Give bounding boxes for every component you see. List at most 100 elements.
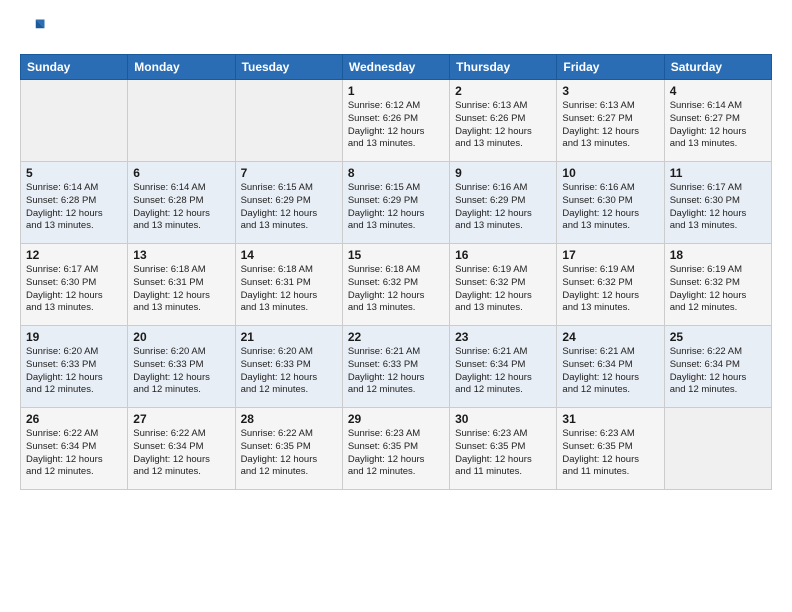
- day-info: Sunrise: 6:23 AM Sunset: 6:35 PM Dayligh…: [348, 428, 444, 479]
- calendar-cell: 24 Sunrise: 6:21 AM Sunset: 6:34 PM Dayli…: [557, 326, 664, 408]
- calendar-cell: 10 Sunrise: 6:16 AM Sunset: 6:30 PM Dayli…: [557, 162, 664, 244]
- day-number: 19: [26, 330, 122, 344]
- day-info: Sunrise: 6:13 AM Sunset: 6:27 PM Dayligh…: [562, 100, 658, 151]
- calendar-cell: 18 Sunrise: 6:19 AM Sunset: 6:32 PM Dayli…: [664, 244, 771, 326]
- day-info: Sunrise: 6:20 AM Sunset: 6:33 PM Dayligh…: [133, 346, 229, 397]
- day-number: 3: [562, 84, 658, 98]
- day-number: 14: [241, 248, 337, 262]
- day-number: 10: [562, 166, 658, 180]
- day-number: 8: [348, 166, 444, 180]
- day-number: 11: [670, 166, 766, 180]
- day-info: Sunrise: 6:22 AM Sunset: 6:34 PM Dayligh…: [133, 428, 229, 479]
- calendar-cell: 19 Sunrise: 6:20 AM Sunset: 6:33 PM Dayli…: [21, 326, 128, 408]
- calendar-cell: 12Sunrise: 6:17 AM Sunset: 6:30 PM Dayli…: [21, 244, 128, 326]
- calendar-cell: 8 Sunrise: 6:15 AM Sunset: 6:29 PM Daylig…: [342, 162, 449, 244]
- calendar-cell: 22Sunrise: 6:21 AM Sunset: 6:33 PM Dayli…: [342, 326, 449, 408]
- day-info: Sunrise: 6:20 AM Sunset: 6:33 PM Dayligh…: [26, 346, 122, 397]
- day-info: Sunrise: 6:15 AM Sunset: 6:29 PM Dayligh…: [241, 182, 337, 233]
- day-info: Sunrise: 6:14 AM Sunset: 6:28 PM Dayligh…: [26, 182, 122, 233]
- calendar-cell: 28 Sunrise: 6:22 AM Sunset: 6:35 PM Dayli…: [235, 408, 342, 490]
- calendar-week-3: 12Sunrise: 6:17 AM Sunset: 6:30 PM Dayli…: [21, 244, 772, 326]
- day-number: 1: [348, 84, 444, 98]
- day-number: 28: [241, 412, 337, 426]
- calendar-header-sunday: Sunday: [21, 55, 128, 80]
- calendar-cell: [235, 80, 342, 162]
- day-number: 29: [348, 412, 444, 426]
- calendar-cell: [21, 80, 128, 162]
- day-number: 2: [455, 84, 551, 98]
- day-number: 18: [670, 248, 766, 262]
- calendar-cell: 5 Sunrise: 6:14 AM Sunset: 6:28 PM Daylig…: [21, 162, 128, 244]
- day-number: 24: [562, 330, 658, 344]
- day-info: Sunrise: 6:16 AM Sunset: 6:30 PM Dayligh…: [562, 182, 658, 233]
- calendar-cell: 2 Sunrise: 6:13 AM Sunset: 6:26 PM Daylig…: [450, 80, 557, 162]
- calendar-cell: 3 Sunrise: 6:13 AM Sunset: 6:27 PM Daylig…: [557, 80, 664, 162]
- day-number: 27: [133, 412, 229, 426]
- header: [20, 16, 772, 44]
- calendar-cell: 20 Sunrise: 6:20 AM Sunset: 6:33 PM Dayli…: [128, 326, 235, 408]
- day-number: 15: [348, 248, 444, 262]
- day-info: Sunrise: 6:12 AM Sunset: 6:26 PM Dayligh…: [348, 100, 444, 151]
- calendar-cell: 29 Sunrise: 6:23 AM Sunset: 6:35 PM Dayli…: [342, 408, 449, 490]
- day-number: 30: [455, 412, 551, 426]
- day-info: Sunrise: 6:20 AM Sunset: 6:33 PM Dayligh…: [241, 346, 337, 397]
- calendar-header-row: SundayMondayTuesdayWednesdayThursdayFrid…: [21, 55, 772, 80]
- day-info: Sunrise: 6:21 AM Sunset: 6:34 PM Dayligh…: [562, 346, 658, 397]
- calendar-cell: 6Sunrise: 6:14 AM Sunset: 6:28 PM Daylig…: [128, 162, 235, 244]
- day-info: Sunrise: 6:23 AM Sunset: 6:35 PM Dayligh…: [562, 428, 658, 479]
- day-info: Sunrise: 6:21 AM Sunset: 6:34 PM Dayligh…: [455, 346, 551, 397]
- day-info: Sunrise: 6:19 AM Sunset: 6:32 PM Dayligh…: [562, 264, 658, 315]
- day-number: 21: [241, 330, 337, 344]
- calendar-cell: 16 Sunrise: 6:19 AM Sunset: 6:32 PM Dayli…: [450, 244, 557, 326]
- calendar-cell: 26 Sunrise: 6:22 AM Sunset: 6:34 PM Dayli…: [21, 408, 128, 490]
- day-number: 6: [133, 166, 229, 180]
- day-number: 23: [455, 330, 551, 344]
- calendar-header-saturday: Saturday: [664, 55, 771, 80]
- calendar-cell: 15 Sunrise: 6:18 AM Sunset: 6:32 PM Dayli…: [342, 244, 449, 326]
- calendar-header-monday: Monday: [128, 55, 235, 80]
- day-info: Sunrise: 6:18 AM Sunset: 6:31 PM Dayligh…: [241, 264, 337, 315]
- day-info: Sunrise: 6:13 AM Sunset: 6:26 PM Dayligh…: [455, 100, 551, 151]
- day-info: Sunrise: 6:19 AM Sunset: 6:32 PM Dayligh…: [455, 264, 551, 315]
- calendar-week-4: 19 Sunrise: 6:20 AM Sunset: 6:33 PM Dayli…: [21, 326, 772, 408]
- calendar-cell: 30 Sunrise: 6:23 AM Sunset: 6:35 PM Dayli…: [450, 408, 557, 490]
- calendar-header-friday: Friday: [557, 55, 664, 80]
- day-number: 26: [26, 412, 122, 426]
- logo-icon: [20, 16, 48, 44]
- calendar-cell: 7Sunrise: 6:15 AM Sunset: 6:29 PM Daylig…: [235, 162, 342, 244]
- day-number: 22: [348, 330, 444, 344]
- day-info: Sunrise: 6:23 AM Sunset: 6:35 PM Dayligh…: [455, 428, 551, 479]
- calendar-cell: 17 Sunrise: 6:19 AM Sunset: 6:32 PM Dayli…: [557, 244, 664, 326]
- calendar: SundayMondayTuesdayWednesdayThursdayFrid…: [20, 54, 772, 490]
- calendar-cell: 14 Sunrise: 6:18 AM Sunset: 6:31 PM Dayli…: [235, 244, 342, 326]
- calendar-week-2: 5 Sunrise: 6:14 AM Sunset: 6:28 PM Daylig…: [21, 162, 772, 244]
- calendar-cell: 21 Sunrise: 6:20 AM Sunset: 6:33 PM Dayli…: [235, 326, 342, 408]
- day-number: 16: [455, 248, 551, 262]
- calendar-cell: [128, 80, 235, 162]
- calendar-header-tuesday: Tuesday: [235, 55, 342, 80]
- day-number: 13: [133, 248, 229, 262]
- day-info: Sunrise: 6:18 AM Sunset: 6:31 PM Dayligh…: [133, 264, 229, 315]
- day-info: Sunrise: 6:17 AM Sunset: 6:30 PM Dayligh…: [26, 264, 122, 315]
- day-info: Sunrise: 6:15 AM Sunset: 6:29 PM Dayligh…: [348, 182, 444, 233]
- page: SundayMondayTuesdayWednesdayThursdayFrid…: [0, 0, 792, 612]
- calendar-header-wednesday: Wednesday: [342, 55, 449, 80]
- calendar-cell: 11Sunrise: 6:17 AM Sunset: 6:30 PM Dayli…: [664, 162, 771, 244]
- day-info: Sunrise: 6:19 AM Sunset: 6:32 PM Dayligh…: [670, 264, 766, 315]
- day-number: 20: [133, 330, 229, 344]
- day-info: Sunrise: 6:18 AM Sunset: 6:32 PM Dayligh…: [348, 264, 444, 315]
- day-info: Sunrise: 6:22 AM Sunset: 6:35 PM Dayligh…: [241, 428, 337, 479]
- day-info: Sunrise: 6:16 AM Sunset: 6:29 PM Dayligh…: [455, 182, 551, 233]
- day-number: 9: [455, 166, 551, 180]
- logo: [20, 16, 52, 44]
- calendar-week-5: 26 Sunrise: 6:22 AM Sunset: 6:34 PM Dayli…: [21, 408, 772, 490]
- day-info: Sunrise: 6:22 AM Sunset: 6:34 PM Dayligh…: [26, 428, 122, 479]
- calendar-cell: 27 Sunrise: 6:22 AM Sunset: 6:34 PM Dayli…: [128, 408, 235, 490]
- day-info: Sunrise: 6:22 AM Sunset: 6:34 PM Dayligh…: [670, 346, 766, 397]
- calendar-header-thursday: Thursday: [450, 55, 557, 80]
- calendar-cell: 25Sunrise: 6:22 AM Sunset: 6:34 PM Dayli…: [664, 326, 771, 408]
- day-number: 17: [562, 248, 658, 262]
- calendar-cell: 13 Sunrise: 6:18 AM Sunset: 6:31 PM Dayli…: [128, 244, 235, 326]
- day-info: Sunrise: 6:14 AM Sunset: 6:27 PM Dayligh…: [670, 100, 766, 151]
- day-number: 5: [26, 166, 122, 180]
